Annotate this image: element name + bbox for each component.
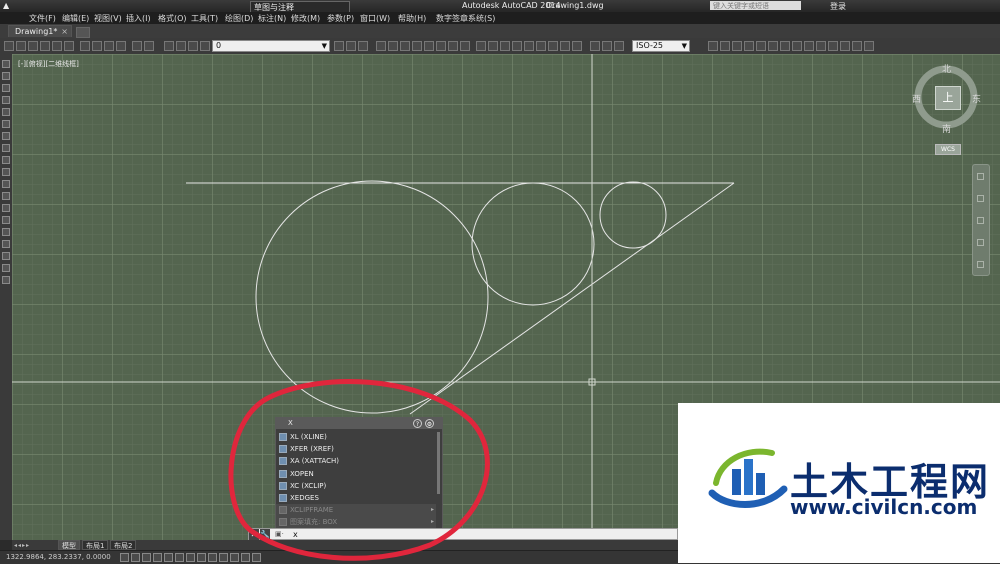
sysvar-icon [279,506,287,514]
medium-circle [471,182,595,306]
steering-wheel-icon[interactable] [977,173,984,180]
suggestion-item[interactable]: XA (XATTACH) [276,455,436,467]
suggestion-label: XEDGES [290,494,319,502]
xclip-icon [279,482,287,490]
tab-model[interactable]: 模型 [58,540,80,550]
3d-osnap-icon[interactable] [186,553,195,562]
help-icon[interactable]: ? [413,419,422,428]
watermark-url: www.civilcn.com [790,495,978,519]
suggestion-item-hatch[interactable]: 图案填充: BOX ▸ [276,516,436,528]
wrench-icon[interactable]: 🔧 [260,529,270,540]
command-line[interactable]: ✕ 🔧 ▣· x [248,528,678,540]
quick-properties-icon[interactable] [252,553,261,562]
viewcube-top-face[interactable]: 上 [935,86,961,110]
suggestion-label: XCLIPFRAME [290,506,334,514]
otrack-icon[interactable] [197,553,206,562]
command-autocomplete-popup: X ? ⚙ XL (XLINE) XFER (XREF) XA (XATTACH… [275,417,443,529]
compass-south[interactable]: 南 [942,122,951,135]
ducs-icon[interactable] [208,553,217,562]
suggestion-item[interactable]: XL (XLINE) [276,431,436,443]
watermark-panel: 土木工程网 www.civilcn.com [678,403,1000,563]
dyn-icon[interactable] [219,553,228,562]
suggestion-label: XOPEN [290,470,314,478]
suggestion-label: XFER (XREF) [290,445,334,453]
xopen-icon [279,470,287,478]
popup-header: X ? ⚙ [276,418,442,429]
compass-north[interactable]: 北 [942,62,951,75]
osnap-icon[interactable] [175,553,184,562]
suggestion-label: XC (XCLIP) [290,482,327,490]
hatch-icon [279,518,287,526]
coordinate-readout[interactable]: 1322.9864, 283.2337, 0.0000 [6,553,111,561]
popup-scrollbar[interactable] [437,432,440,494]
grid-icon[interactable] [142,553,151,562]
suggestion-item[interactable]: XC (XCLIP) [276,480,436,492]
popup-title: X [288,419,293,427]
suggestion-item[interactable]: XFER (XREF) [276,443,436,455]
ortho-icon[interactable] [153,553,162,562]
suggestion-label: XA (XATTACH) [290,457,340,465]
chevron-right-icon: ▸ [430,506,434,513]
layout-nav-arrows[interactable]: ◂◂▸▸ [14,542,30,549]
pan-icon[interactable] [977,195,984,202]
orbit-icon[interactable] [977,239,984,246]
suggestion-item[interactable]: XEDGES [276,492,436,504]
civilcn-logo-icon [708,448,788,508]
large-circle [255,180,489,414]
suggestion-item[interactable]: XOPEN [276,468,436,480]
layout-nav: ◂◂▸▸ [12,540,30,550]
chevron-right-icon: ▸ [430,518,434,525]
command-prompt-icon: ▣· [275,530,284,538]
suggestion-label: 图案填充: BOX [290,518,338,526]
zoom-icon[interactable] [977,217,984,224]
suggestion-label: XL (XLINE) [290,433,327,441]
settings-icon[interactable]: ⚙ [425,419,434,428]
showmotion-icon[interactable] [977,261,984,268]
xattach-icon [279,457,287,465]
lineweight-icon[interactable] [230,553,239,562]
infer-constraints-icon[interactable] [120,553,129,562]
compass-west[interactable]: 西 [912,92,921,105]
polar-icon[interactable] [164,553,173,562]
tab-layout2[interactable]: 布局2 [110,540,137,550]
suggestion-item-system-variable[interactable]: XCLIPFRAME ▸ [276,504,436,516]
snap-icon[interactable] [131,553,140,562]
navigation-bar [972,164,990,276]
xline-icon [279,433,287,441]
command-input[interactable]: x [293,529,298,540]
xedges-icon [279,494,287,502]
wcs-menu[interactable]: WCS [935,144,961,155]
tab-layout1[interactable]: 布局1 [82,540,109,550]
tangent-line [409,182,735,415]
layout-tab-bar: 模型 布局1 布局2 [30,540,678,550]
close-icon[interactable]: ✕ [249,529,259,540]
transparency-icon[interactable] [241,553,250,562]
compass-east[interactable]: 东 [972,92,981,105]
small-circle [599,181,667,249]
xref-icon [279,445,287,453]
